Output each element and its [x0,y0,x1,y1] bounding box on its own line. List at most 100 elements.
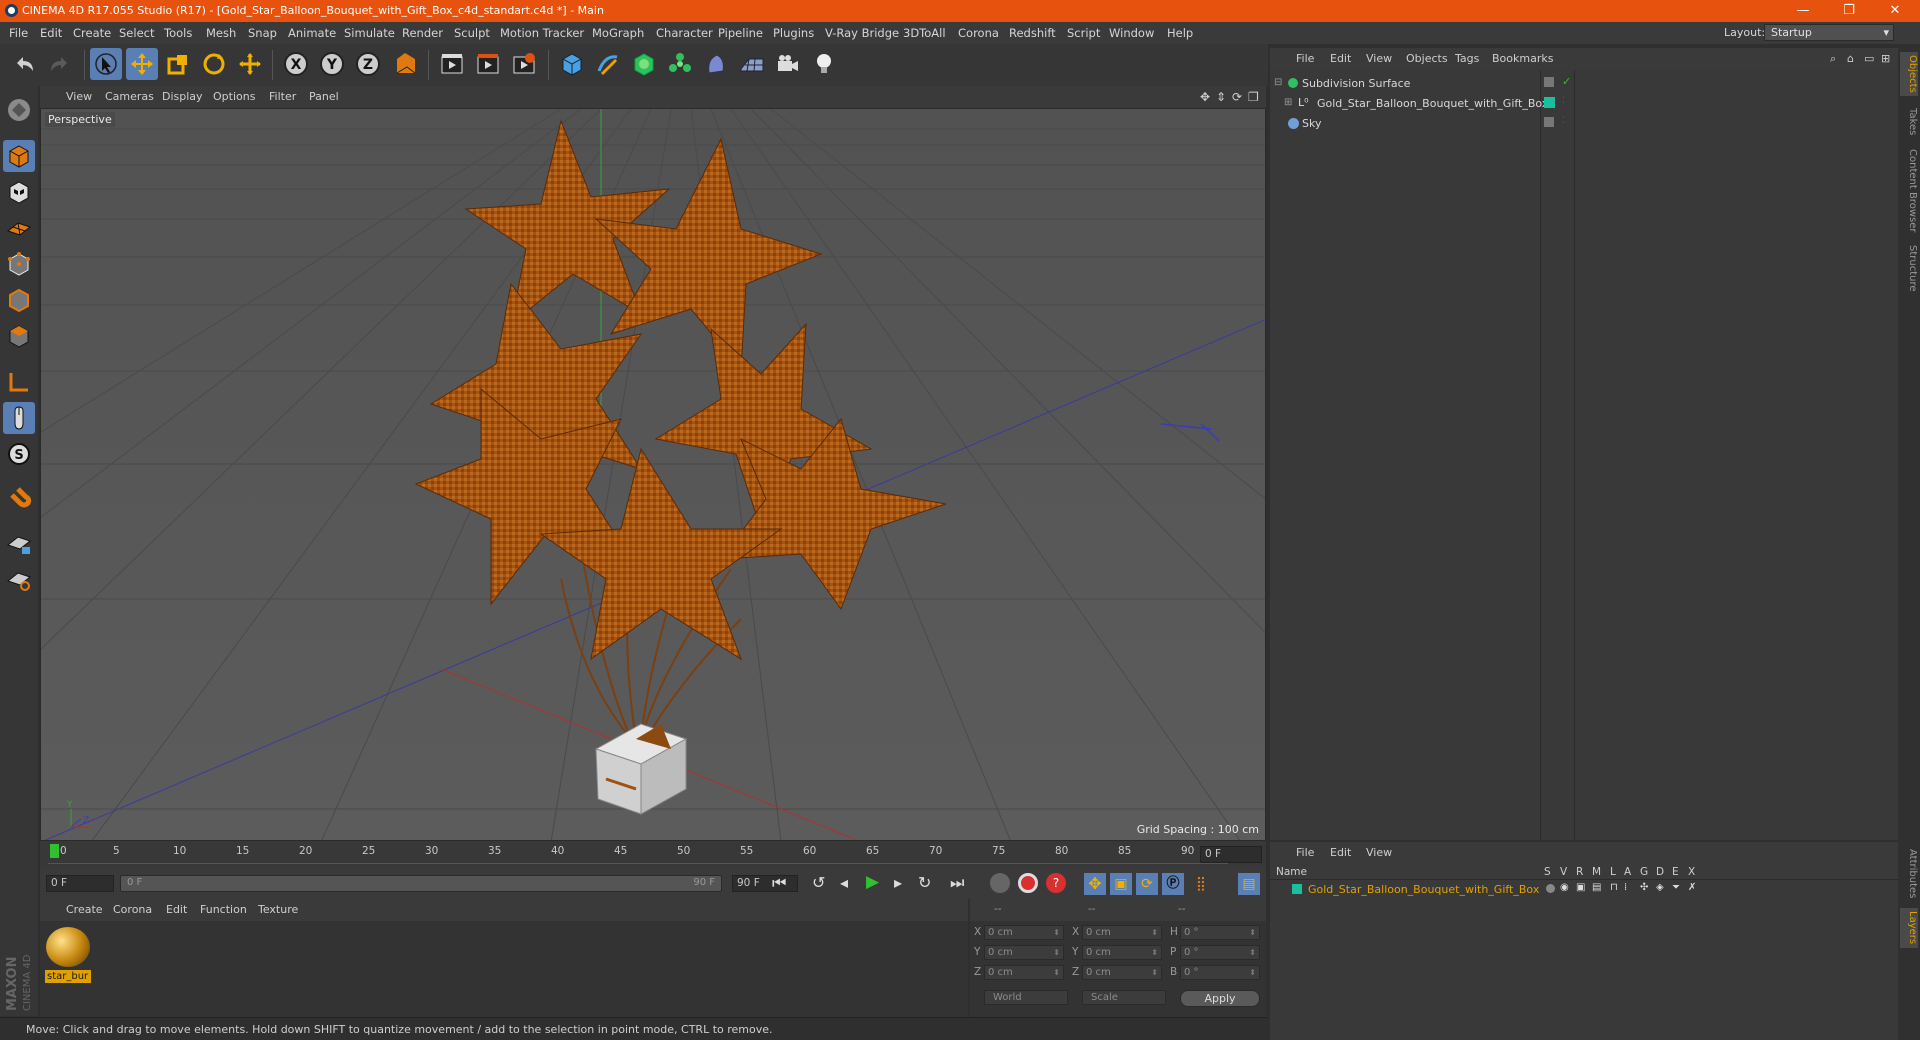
coord-z-size-field[interactable]: 0 cm [1082,965,1162,980]
menu-mesh[interactable]: Mesh [206,26,236,40]
live-select-icon[interactable] [234,48,266,80]
viewport-zoom-icon[interactable]: ⇕ [1216,90,1226,104]
next-frame-icon[interactable]: ▸ [894,873,902,892]
model-mode-icon[interactable] [3,140,35,172]
menu-vray-bridge[interactable]: V-Ray Bridge [825,26,899,40]
pen-icon[interactable] [592,48,624,80]
array-icon[interactable] [664,48,696,80]
render-picture-viewer-icon[interactable] [472,48,504,80]
timeline-window-icon[interactable]: ▤ [1238,873,1260,895]
maximize-button[interactable]: ❐ [1826,0,1872,22]
layer-lock-icon[interactable]: ⊓ [1610,882,1618,893]
collapse-toggle-icon[interactable]: ⊟ [1274,77,1282,88]
close-button[interactable]: ✕ [1872,0,1918,22]
viewport-rotate-icon[interactable]: ⟳ [1232,90,1242,104]
tab-layers[interactable]: Layers [1900,908,1918,948]
layer-animation-icon[interactable]: ⁞ [1624,882,1627,893]
record-active-icon[interactable] [990,873,1010,893]
end-frame-field[interactable]: 90 F [732,875,798,892]
layer-xref-icon[interactable]: ✗ [1688,882,1696,893]
start-frame-field[interactable]: 0 F [46,875,114,892]
camera-icon[interactable] [772,48,804,80]
key-rotation-icon[interactable]: ⟳ [1136,873,1158,895]
coord-b-rotation-field[interactable]: 0 ° [1180,965,1260,980]
viewport-maximize-icon[interactable]: ❐ [1248,90,1259,104]
previous-frame-icon[interactable]: ◂ [840,873,848,892]
y-axis-icon[interactable]: Y [316,48,348,80]
menu-character[interactable]: Character [656,26,713,40]
visibility-dots-icon[interactable]: ⁚ [1562,116,1565,126]
perspective-viewport[interactable]: Y Z Perspective Grid Spacing : 100 cm [40,108,1266,841]
layer-col-render[interactable]: R [1576,866,1583,878]
material-menu-create[interactable]: Create [66,903,103,916]
menu-help[interactable]: Help [1167,26,1193,40]
tab-takes[interactable]: Takes [1900,104,1918,140]
layer-col-generators[interactable]: G [1640,866,1648,878]
enabled-check-icon[interactable]: ✓ [1562,75,1571,88]
layout-select[interactable]: Startup [1764,24,1894,41]
layer-col-view[interactable]: V [1560,866,1567,878]
go-to-start-icon[interactable]: ⏮ [772,873,786,893]
next-key-icon[interactable]: ↻ [918,873,931,892]
polygons-mode-icon[interactable] [3,320,35,352]
coord-mode-select[interactable]: World [984,990,1068,1005]
layers-menu-file[interactable]: File [1296,846,1314,859]
render-settings-icon[interactable] [508,48,540,80]
keyframe-selection-icon[interactable]: ? [1046,873,1066,893]
locked-workplane-icon[interactable] [3,528,35,560]
layer-col-solo[interactable]: S [1544,866,1551,878]
layer-col-xref[interactable]: X [1688,866,1695,878]
rotate-icon[interactable] [198,48,230,80]
layer-generators-icon[interactable]: ✣ [1640,882,1648,893]
viewport-menu-display[interactable]: Display [162,90,203,103]
cube-icon[interactable] [556,48,588,80]
layer-tag-icon[interactable] [1544,77,1554,87]
menu-sculpt[interactable]: Sculpt [454,26,490,40]
menu-edit[interactable]: Edit [40,26,62,40]
material-menu-edit[interactable]: Edit [166,903,187,916]
menu-select[interactable]: Select [119,26,154,40]
coord-z-position-field[interactable]: 0 cm [984,965,1064,980]
menu-file[interactable]: File [9,26,28,40]
deformer-icon[interactable] [700,48,732,80]
material-menu-function[interactable]: Function [200,903,247,916]
coord-x-position-field[interactable]: 0 cm [984,925,1064,940]
key-pla-icon[interactable]: ⣿ [1190,873,1212,895]
coord-y-size-field[interactable]: 0 cm [1082,945,1162,960]
play-icon[interactable]: ▶ [866,872,879,892]
floor-icon[interactable] [736,48,768,80]
menu-window[interactable]: Window [1109,26,1154,40]
menu-tools[interactable]: Tools [164,26,192,40]
layer-tag-icon[interactable] [1544,117,1554,127]
menu-pipeline[interactable]: Pipeline [718,26,763,40]
menu-snap[interactable]: Snap [248,26,277,40]
menu-create[interactable]: Create [73,26,111,40]
objects-menu-bookmarks[interactable]: Bookmarks [1492,52,1553,65]
layer-col-deformers[interactable]: D [1656,866,1664,878]
undo-icon[interactable] [8,48,40,80]
timeline-ruler[interactable]: 0 5 10 15 20 25 30 35 40 45 50 55 60 65 … [40,841,1266,869]
texture-mode-icon[interactable] [3,176,35,208]
render-view-icon[interactable] [436,48,468,80]
menu-plugins[interactable]: Plugins [773,26,814,40]
panel-options-icon[interactable]: ▭ [1864,52,1874,65]
coord-transform-select[interactable]: Scale [1082,990,1166,1005]
coord-p-rotation-field[interactable]: 0 ° [1180,945,1260,960]
layer-manager-icon[interactable]: ▤ [1592,882,1601,893]
magnet-icon[interactable] [3,484,35,516]
layer-col-name[interactable]: Name [1276,866,1307,878]
menu-mograph[interactable]: MoGraph [592,26,644,40]
current-frame-field[interactable]: 0 F [1200,846,1262,863]
menu-redshift[interactable]: Redshift [1009,26,1056,40]
layer-expressions-icon[interactable]: ⏷ [1672,882,1680,893]
menu-corona[interactable]: Corona [958,26,999,40]
tab-structure[interactable]: Structure [1900,242,1918,294]
layer-col-locked[interactable]: L [1610,866,1616,878]
apply-button[interactable]: Apply [1180,990,1260,1007]
viewport-menu-panel[interactable]: Panel [309,90,339,103]
viewport-menu-cameras[interactable]: Cameras [105,90,154,103]
object-row-sky[interactable]: Sky ⁚ [1270,114,1898,132]
visibility-dots-icon[interactable]: ⁚ [1562,96,1565,106]
coord-h-rotation-field[interactable]: 0 ° [1180,925,1260,940]
objects-menu-objects[interactable]: Objects [1406,52,1448,65]
